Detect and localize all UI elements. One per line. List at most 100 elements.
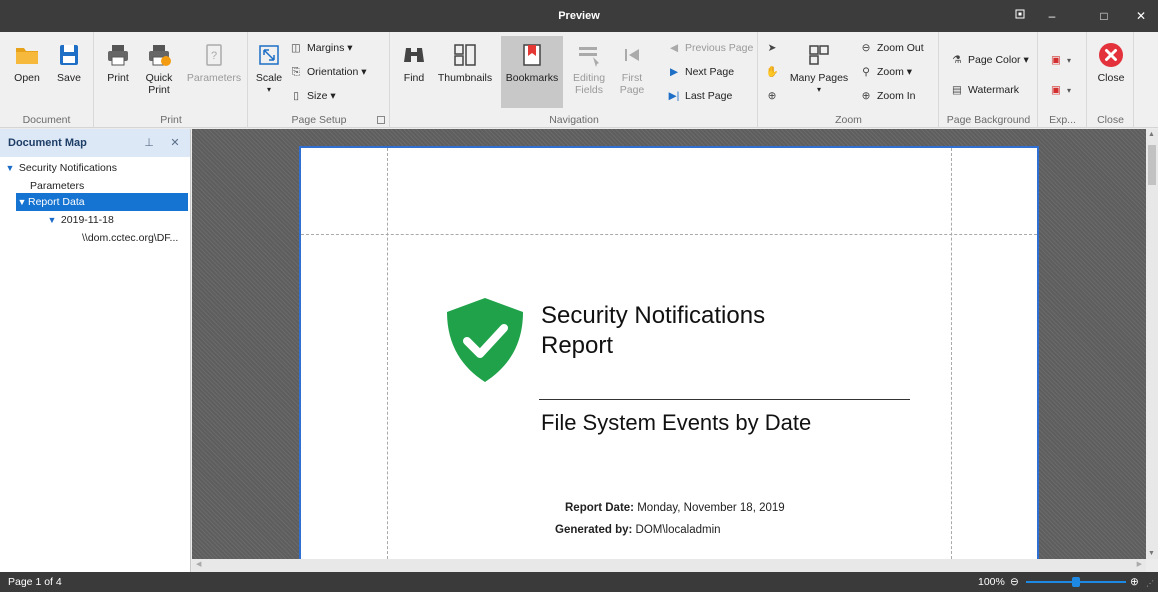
zoom-icon: ⚲ bbox=[862, 66, 870, 78]
previous-page-icon: ◀ bbox=[669, 42, 679, 54]
scroll-up-icon[interactable]: ▲ bbox=[1148, 131, 1155, 138]
thumbnails-button[interactable]: Thumbnails bbox=[437, 36, 493, 108]
group-navigation: Find Thumbnails Bookmarks Editing Fields… bbox=[391, 32, 758, 128]
thumbnails-icon bbox=[454, 44, 476, 66]
many-pages-button[interactable]: Many Pages ▾ bbox=[787, 36, 851, 108]
tree-item-date[interactable]: ▼ 2019-11-18 bbox=[46, 211, 186, 229]
report-date-label: Report Date: bbox=[565, 502, 635, 514]
zoom-out-icon[interactable]: ⊖ bbox=[1010, 572, 1019, 592]
vertical-scrollbar[interactable]: ▲ ▼ bbox=[1146, 129, 1158, 559]
open-button[interactable]: Open bbox=[10, 36, 44, 108]
group-label-document: Document bbox=[22, 114, 71, 126]
page-setup-dialog-launcher[interactable] bbox=[377, 116, 385, 124]
close-circle-icon bbox=[1099, 43, 1123, 67]
margin-guide-left bbox=[387, 148, 388, 559]
export-pdf-dropdown[interactable]: ▣ ▾ bbox=[1049, 50, 1071, 70]
zoom-out-icon: ⊖ bbox=[861, 42, 871, 54]
expand-chevron-icon[interactable]: ▼ bbox=[46, 211, 58, 229]
group-label-export: Exp... bbox=[1049, 114, 1076, 126]
quick-print-button[interactable]: Quick Print bbox=[139, 36, 179, 108]
group-document: Open Save Document bbox=[0, 32, 94, 128]
watermark-button[interactable]: ▤ Watermark bbox=[950, 80, 1019, 100]
next-page-button[interactable]: ▶ Next Page bbox=[667, 62, 734, 82]
file-export-icon: ▣ bbox=[1051, 84, 1061, 96]
magnifier-tool-button[interactable]: ⊕ bbox=[765, 86, 783, 106]
pointer-icon: ➤ bbox=[767, 42, 777, 54]
report-date-row: Report Date: Monday, November 18, 2019 bbox=[565, 502, 785, 514]
title-bar: Preview – □ ✕ bbox=[0, 0, 1158, 32]
print-button[interactable]: Print bbox=[101, 36, 135, 108]
group-print: Print Quick Print ? Parameters Print bbox=[95, 32, 248, 128]
previous-page-button[interactable]: ◀ Previous Page bbox=[667, 38, 753, 58]
close-panel-icon[interactable]: ✕ bbox=[166, 129, 184, 157]
scroll-left-icon[interactable]: ◀ bbox=[196, 560, 201, 568]
report-title: Security Notifications Report bbox=[541, 302, 766, 359]
margins-button[interactable]: ◫ Margins ▾ bbox=[289, 38, 353, 58]
horizontal-scrollbar[interactable]: ◀ ▶ bbox=[192, 559, 1146, 572]
magnifier-icon: ⊕ bbox=[767, 90, 777, 102]
close-window-button[interactable]: ✕ bbox=[1124, 0, 1158, 32]
tree-item-report-data[interactable]: ▼ Report Data bbox=[16, 193, 188, 211]
zoom-level: 100% bbox=[978, 576, 1005, 588]
parameters-icon: ? bbox=[206, 44, 222, 66]
group-label-zoom: Zoom bbox=[835, 114, 862, 126]
close-preview-button[interactable]: Close bbox=[1092, 36, 1130, 108]
scale-button[interactable]: Scale ▾ bbox=[253, 36, 285, 108]
bookmarks-button[interactable]: Bookmarks bbox=[501, 36, 563, 108]
watermark-icon: ▤ bbox=[952, 84, 962, 96]
scroll-down-icon[interactable]: ▼ bbox=[1148, 550, 1155, 557]
svg-text:?: ? bbox=[211, 50, 217, 62]
zoom-in-icon[interactable]: ⊕ bbox=[1130, 572, 1139, 592]
group-page-setup: Scale ▾ ◫ Margins ▾ ⎘ Orientation ▾ ▯ Size … bbox=[249, 32, 390, 128]
margin-guide-top bbox=[301, 234, 1037, 235]
expand-chevron-icon[interactable]: ▼ bbox=[4, 159, 16, 177]
page-indicator: Page 1 of 4 bbox=[8, 576, 62, 588]
scroll-right-icon[interactable]: ▶ bbox=[1137, 560, 1142, 568]
save-button[interactable]: Save bbox=[52, 36, 86, 108]
orientation-button[interactable]: ⎘ Orientation ▾ bbox=[289, 62, 367, 82]
find-button[interactable]: Find bbox=[397, 36, 431, 108]
zoom-in-button[interactable]: ⊕ Zoom In bbox=[859, 86, 916, 106]
status-bar: Page 1 of 4 100% ⊖ ⊕ ⋰ bbox=[0, 572, 1158, 592]
group-close: Close Close bbox=[1088, 32, 1134, 128]
tree-item-path[interactable]: \\dom.cctec.org\DF... bbox=[82, 229, 190, 247]
generated-by-row: Generated by: DOM\localadmin bbox=[555, 524, 721, 536]
zoom-dropdown[interactable]: ⚲ Zoom ▾ bbox=[859, 62, 912, 82]
ribbon: Open Save Document Print Quick Print ? P… bbox=[0, 32, 1158, 128]
tree-item-security-notifications[interactable]: ▼ Security Notifications bbox=[4, 159, 184, 177]
last-page-icon: ▶| bbox=[668, 90, 680, 102]
pin-icon[interactable]: ⊥ bbox=[140, 129, 158, 157]
vertical-scroll-thumb[interactable] bbox=[1148, 145, 1156, 185]
hand-tool-button[interactable]: ✋ bbox=[765, 62, 783, 82]
maximize-button[interactable]: □ bbox=[1087, 0, 1121, 32]
last-page-button[interactable]: ▶| Last Page bbox=[667, 86, 733, 106]
title-divider bbox=[539, 399, 910, 400]
margins-icon: ◫ bbox=[291, 42, 301, 54]
restore-icon[interactable] bbox=[1003, 0, 1037, 32]
group-label-navigation: Navigation bbox=[549, 114, 599, 126]
editing-fields-icon bbox=[579, 47, 599, 67]
parameters-button[interactable]: ? Parameters bbox=[185, 36, 243, 108]
group-export: ▣ ▾ ▣ ▾ Exp... bbox=[1039, 32, 1087, 128]
generated-by-label: Generated by: bbox=[555, 524, 633, 536]
shield-check-icon bbox=[447, 298, 523, 382]
first-page-button[interactable]: First Page bbox=[615, 36, 649, 108]
page-size-icon: ▯ bbox=[293, 90, 299, 102]
editing-fields-button[interactable]: Editing Fields bbox=[567, 36, 611, 108]
minimize-button[interactable]: – bbox=[1035, 0, 1069, 32]
many-pages-icon bbox=[809, 45, 829, 65]
page-color-button[interactable]: ⚗ Page Color ▾ bbox=[950, 50, 1028, 70]
group-zoom: ➤ ✋ ⊕ Many Pages ▾ ⊖ Zoom Out ⚲ Zoom ▾ ⊕ Zo… bbox=[759, 32, 939, 128]
margin-guide-right bbox=[951, 148, 952, 559]
pdf-export-icon: ▣ bbox=[1051, 54, 1061, 66]
folder-icon bbox=[16, 48, 38, 64]
zoom-out-button[interactable]: ⊖ Zoom Out bbox=[859, 38, 924, 58]
preview-viewer[interactable]: Security Notifications Report File Syste… bbox=[192, 129, 1146, 559]
floppy-disk-icon bbox=[60, 45, 78, 65]
pointer-tool-button[interactable]: ➤ bbox=[765, 38, 783, 58]
resize-grip-icon[interactable]: ⋰ bbox=[1146, 574, 1154, 592]
zoom-slider-thumb[interactable] bbox=[1072, 577, 1080, 587]
size-button[interactable]: ▯ Size ▾ bbox=[289, 86, 336, 106]
expand-chevron-icon[interactable]: ▼ bbox=[16, 193, 28, 211]
export-file-dropdown[interactable]: ▣ ▾ bbox=[1049, 80, 1071, 100]
